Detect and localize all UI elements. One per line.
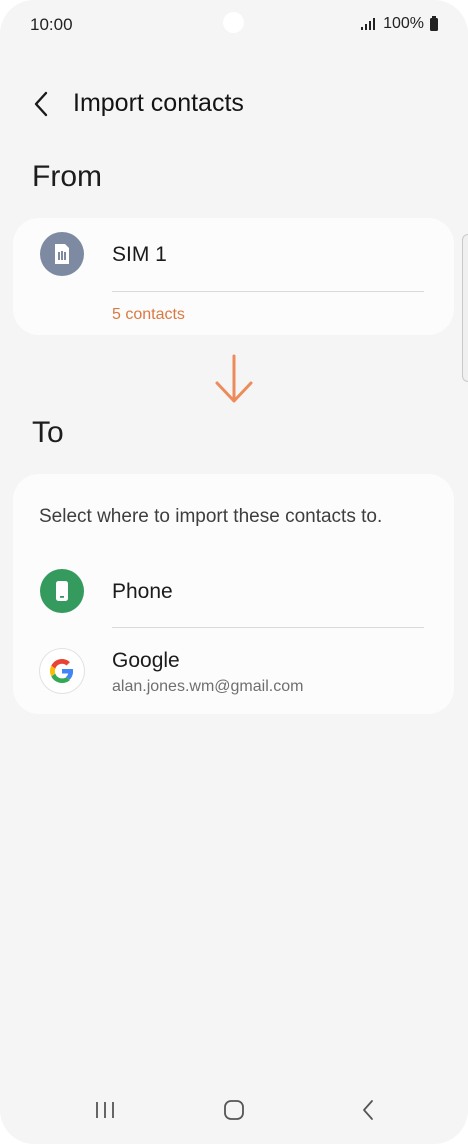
arrow-down-icon <box>215 354 253 403</box>
recent-apps-icon <box>96 1102 114 1118</box>
to-card: Select where to import these contacts to… <box>13 474 454 714</box>
back-button[interactable] <box>24 86 58 122</box>
google-account-email: alan.jones.wm@gmail.com <box>112 678 304 695</box>
destination-phone-row[interactable]: Phone <box>13 554 454 629</box>
divider <box>112 627 424 628</box>
status-right: 100% <box>361 15 438 33</box>
signal-icon <box>361 18 376 30</box>
source-sim-row[interactable]: SIM 1 5 contacts <box>13 218 454 335</box>
contact-count: 5 contacts <box>112 306 185 323</box>
nav-back-button[interactable] <box>338 1088 398 1132</box>
page-title: Import contacts <box>73 89 244 117</box>
recent-apps-button[interactable] <box>75 1088 135 1132</box>
status-bar: 10:00 100% <box>0 0 468 50</box>
edge-panel-handle[interactable] <box>462 234 468 382</box>
to-heading: To <box>32 416 64 449</box>
sim-card-icon <box>40 232 84 276</box>
front-camera <box>223 12 244 33</box>
destination-instructions: Select where to import these contacts to… <box>39 506 383 527</box>
status-time: 10:00 <box>30 15 73 34</box>
source-name: SIM 1 <box>112 243 167 266</box>
destination-phone-label: Phone <box>112 580 173 603</box>
navigation-bar <box>0 1080 468 1144</box>
back-arrow-icon <box>34 91 48 117</box>
google-icon <box>40 649 84 693</box>
app-header: Import contacts <box>0 80 468 130</box>
battery-percent: 100% <box>383 15 424 32</box>
phone-screen: 10:00 100% Import contacts From SIM 1 5 … <box>0 0 468 1144</box>
home-button[interactable] <box>204 1088 264 1132</box>
destination-google-label: Google <box>112 649 180 672</box>
from-heading: From <box>32 160 102 193</box>
phone-icon <box>40 569 84 613</box>
nav-back-icon <box>363 1100 373 1120</box>
battery-icon <box>430 15 438 31</box>
divider <box>112 291 424 292</box>
home-icon <box>224 1100 244 1120</box>
from-card: SIM 1 5 contacts <box>13 218 454 335</box>
destination-google-row[interactable]: Google alan.jones.wm@gmail.com <box>13 629 454 711</box>
